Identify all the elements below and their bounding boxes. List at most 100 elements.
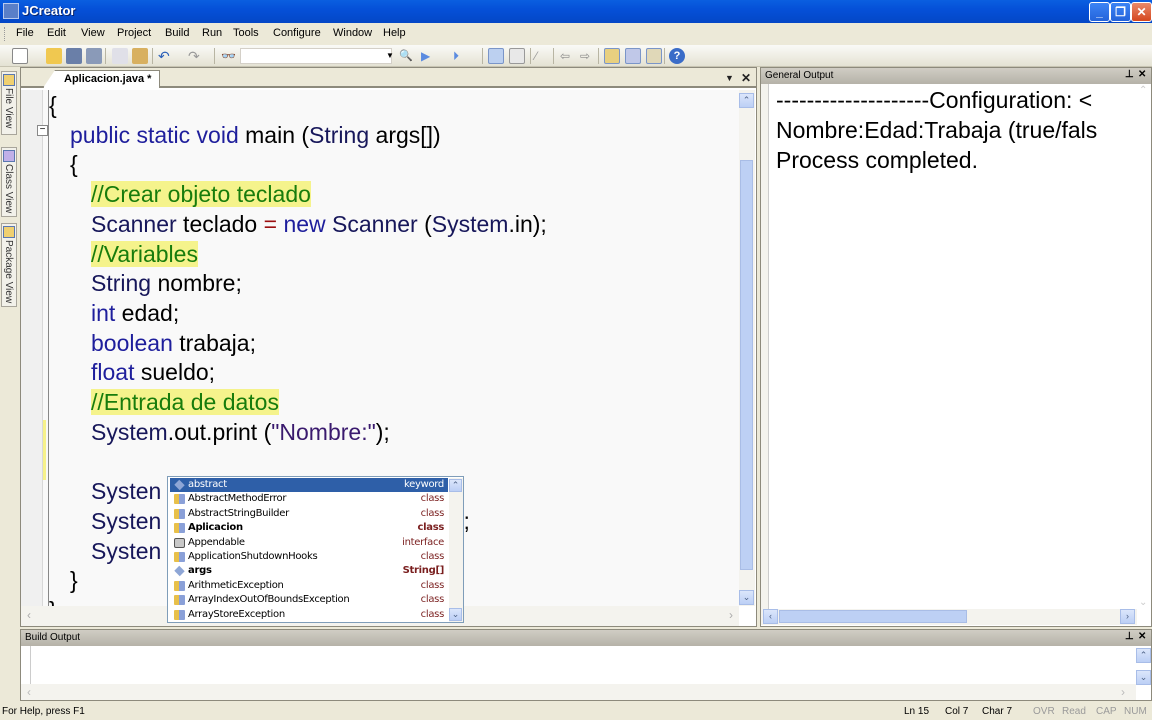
autocomplete-item[interactable]: abstract keyword [170, 478, 448, 493]
autocomplete-item[interactable]: Aplicacion class [170, 521, 448, 535]
autocomplete-item[interactable]: AbstractStringBuilder class [170, 507, 448, 521]
menu-tools[interactable]: Tools [233, 27, 259, 39]
code-line: String nombre; [91, 268, 242, 298]
run-icon[interactable]: ▶ [421, 48, 437, 64]
autocomplete-item[interactable]: AbstractMethodError class [170, 492, 448, 506]
tab-aplicacion-java[interactable]: Aplicacion.java * [43, 70, 161, 88]
fold-collapse-icon[interactable]: − [37, 125, 48, 136]
scroll-right-icon[interactable]: › [1121, 685, 1125, 699]
menu-project[interactable]: Project [117, 27, 151, 39]
help-icon[interactable]: ? [669, 48, 685, 64]
scroll-right-icon[interactable]: › [729, 608, 733, 622]
output-vertical-scrollbar[interactable]: ⌃ ⌄ [1137, 85, 1151, 609]
output-horizontal-scrollbar[interactable]: ‹ › [761, 609, 1137, 625]
back-icon[interactable]: ⇦ [560, 48, 576, 64]
scroll-thumb[interactable] [740, 160, 753, 570]
scroll-up-icon[interactable]: ⌃ [739, 93, 754, 108]
search-combo[interactable] [240, 48, 392, 64]
scroll-thumb[interactable] [779, 610, 967, 623]
scroll-down-icon[interactable]: ⌄ [449, 608, 462, 621]
menu-help[interactable]: Help [383, 27, 406, 39]
autocomplete-item[interactable]: args String[] [170, 564, 448, 578]
chevron-down-icon[interactable]: ▼ [386, 51, 394, 60]
editor-vertical-scrollbar[interactable]: ⌃ ⌄ [739, 90, 755, 606]
scroll-down-icon[interactable]: ⌄ [1136, 670, 1151, 685]
class-view-tab[interactable]: Class View [1, 147, 17, 217]
autocomplete-item[interactable]: ArrayStoreException class [170, 608, 448, 622]
class-icon [174, 609, 185, 620]
minimize-button[interactable]: _ [1089, 2, 1110, 22]
file-view-icon[interactable] [604, 48, 620, 64]
class-icon [174, 595, 185, 606]
class-icon [174, 523, 185, 534]
code-token: String [91, 270, 152, 297]
close-button[interactable]: ✕ [1131, 2, 1152, 22]
autocomplete-item[interactable]: ArithmeticException class [170, 579, 448, 593]
magic-wand-icon[interactable]: ⁄ [535, 48, 551, 64]
class-view-icon[interactable] [625, 48, 641, 64]
pin-icon[interactable]: ⊥ [1125, 69, 1134, 80]
scroll-up-icon[interactable]: ⌃ [1136, 648, 1151, 663]
debug-icon[interactable]: ⏵ [453, 48, 469, 64]
new-file-icon[interactable] [12, 48, 28, 64]
code-line: int edad; [91, 298, 179, 328]
scroll-left-icon[interactable]: ‹ [763, 609, 778, 624]
scroll-down-icon[interactable]: ⌄ [1139, 597, 1147, 608]
autocomplete-scrollbar[interactable]: ⌃ ⌄ [449, 478, 463, 622]
menu-file[interactable]: File [16, 27, 34, 39]
build-output-horizontal-scrollbar[interactable]: ‹ › [21, 684, 1136, 700]
code-token: = [263, 210, 278, 237]
build-output-vertical-scrollbar[interactable]: ⌃ ⌄ [1136, 646, 1151, 686]
find-icon[interactable]: 👓 [221, 48, 237, 64]
menu-view[interactable]: View [81, 27, 105, 39]
package-view-icon[interactable] [646, 48, 662, 64]
scroll-down-icon[interactable]: ⌄ [739, 590, 754, 605]
status-column: Col 7 [945, 706, 969, 717]
scroll-left-icon[interactable]: ‹ [27, 608, 31, 622]
find-in-files-icon[interactable]: 🔍 [399, 48, 415, 64]
open-folder-icon[interactable] [46, 48, 62, 64]
undo-icon[interactable]: ↶ [158, 48, 174, 64]
menu-window[interactable]: Window [333, 27, 372, 39]
close-pane-icon[interactable]: ✕ [1138, 69, 1146, 80]
copy-icon[interactable] [112, 48, 128, 64]
menubar-grip[interactable] [4, 27, 7, 41]
code-token: main ( [238, 121, 310, 148]
package-view-tab[interactable]: Package View [1, 223, 17, 307]
file-view-tab[interactable]: File View [1, 71, 17, 135]
menu-edit[interactable]: Edit [47, 27, 66, 39]
pin-icon[interactable]: ⊥ [1125, 631, 1134, 642]
restore-button[interactable]: ❐ [1110, 2, 1131, 22]
compile-file-icon[interactable] [488, 48, 504, 64]
scroll-up-icon[interactable]: ⌃ [449, 479, 462, 492]
autocomplete-item-type: class [420, 493, 445, 505]
menu-configure[interactable]: Configure [273, 27, 321, 39]
code-line: { [70, 149, 78, 179]
save-all-icon[interactable] [86, 48, 102, 64]
autocomplete-item[interactable]: Appendable interface [170, 536, 448, 550]
save-icon[interactable] [66, 48, 82, 64]
build-output-pane: Build Output ⊥ ✕ ⌃ ⌄ ‹ › [20, 629, 1152, 701]
file-view-icon [3, 74, 15, 86]
scroll-up-icon[interactable]: ⌃ [1139, 85, 1147, 96]
forward-icon[interactable]: ⇨ [580, 48, 596, 64]
tab-list-dropdown-icon[interactable]: ▼ [725, 73, 734, 83]
close-tab-icon[interactable]: ✕ [741, 71, 751, 85]
paste-icon[interactable] [132, 48, 148, 64]
toolbar-separator [664, 48, 665, 64]
autocomplete-item-name: Aplicacion [188, 522, 243, 534]
menu-run[interactable]: Run [202, 27, 222, 39]
autocomplete-item-name: ArrayStoreException [188, 608, 285, 620]
scroll-right-icon[interactable]: › [1120, 609, 1135, 624]
close-pane-icon[interactable]: ✕ [1138, 631, 1146, 642]
menu-build[interactable]: Build [165, 27, 189, 39]
redo-icon[interactable]: ↷ [188, 48, 204, 64]
compile-project-icon[interactable] [509, 48, 525, 64]
code-line: { [49, 90, 57, 120]
toolbar-separator [530, 48, 531, 64]
scroll-left-icon[interactable]: ‹ [27, 685, 31, 699]
code-token: //Crear objeto teclado [91, 181, 311, 208]
autocomplete-item[interactable]: ApplicationShutdownHooks class [170, 550, 448, 564]
autocomplete-item[interactable]: ArrayIndexOutOfBoundsException class [170, 593, 448, 607]
code-token: edad; [115, 299, 180, 326]
